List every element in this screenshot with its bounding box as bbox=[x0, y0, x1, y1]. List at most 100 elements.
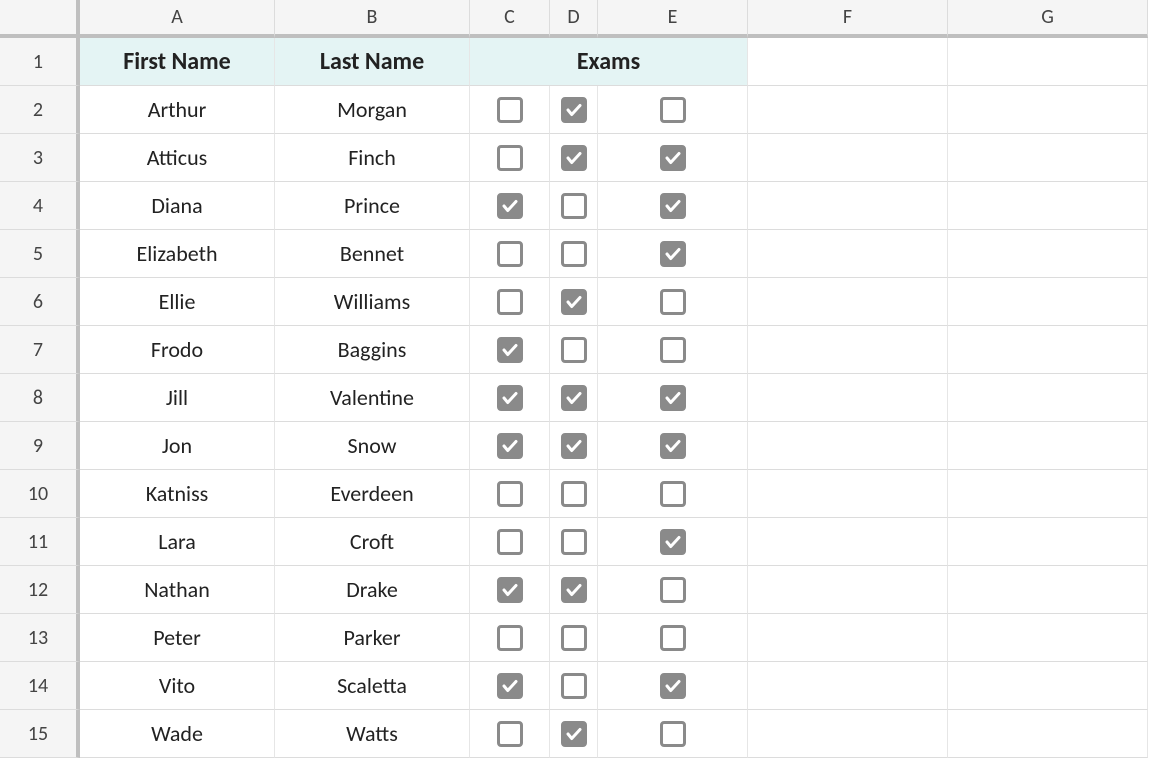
checkbox-D3[interactable] bbox=[561, 145, 587, 171]
row-header-1[interactable]: 1 bbox=[0, 38, 80, 86]
cell-D8[interactable] bbox=[550, 374, 598, 422]
cell-C3[interactable] bbox=[470, 134, 550, 182]
cell-D10[interactable] bbox=[550, 470, 598, 518]
cell-C4[interactable] bbox=[470, 182, 550, 230]
checkbox-C4[interactable] bbox=[497, 193, 523, 219]
cell-A3[interactable]: Atticus bbox=[80, 134, 275, 182]
cell-D3[interactable] bbox=[550, 134, 598, 182]
row-header-11[interactable]: 11 bbox=[0, 518, 80, 566]
cell-G14[interactable] bbox=[948, 662, 1148, 710]
cell-G12[interactable] bbox=[948, 566, 1148, 614]
row-header-15[interactable]: 15 bbox=[0, 710, 80, 758]
cell-B10[interactable]: Everdeen bbox=[275, 470, 470, 518]
cell-G8[interactable] bbox=[948, 374, 1148, 422]
checkbox-E5[interactable] bbox=[660, 241, 686, 267]
col-header-D[interactable]: D bbox=[550, 0, 598, 38]
checkbox-E2[interactable] bbox=[660, 97, 686, 123]
cell-G2[interactable] bbox=[948, 86, 1148, 134]
cell-C2[interactable] bbox=[470, 86, 550, 134]
cell-F13[interactable] bbox=[748, 614, 948, 662]
cell-C13[interactable] bbox=[470, 614, 550, 662]
cell-D14[interactable] bbox=[550, 662, 598, 710]
cell-F15[interactable] bbox=[748, 710, 948, 758]
cell-C14[interactable] bbox=[470, 662, 550, 710]
checkbox-E6[interactable] bbox=[660, 289, 686, 315]
cell-E13[interactable] bbox=[598, 614, 748, 662]
cell-C15[interactable] bbox=[470, 710, 550, 758]
cell-D4[interactable] bbox=[550, 182, 598, 230]
checkbox-E12[interactable] bbox=[660, 577, 686, 603]
checkbox-C7[interactable] bbox=[497, 337, 523, 363]
checkbox-D7[interactable] bbox=[561, 337, 587, 363]
cell-F10[interactable] bbox=[748, 470, 948, 518]
cell-B4[interactable]: Prince bbox=[275, 182, 470, 230]
cell-B9[interactable]: Snow bbox=[275, 422, 470, 470]
cell-A7[interactable]: Frodo bbox=[80, 326, 275, 374]
checkbox-D14[interactable] bbox=[561, 673, 587, 699]
row-header-6[interactable]: 6 bbox=[0, 278, 80, 326]
cell-A9[interactable]: Jon bbox=[80, 422, 275, 470]
cell-F12[interactable] bbox=[748, 566, 948, 614]
checkbox-C2[interactable] bbox=[497, 97, 523, 123]
checkbox-C6[interactable] bbox=[497, 289, 523, 315]
cell-E12[interactable] bbox=[598, 566, 748, 614]
checkbox-D8[interactable] bbox=[561, 385, 587, 411]
cell-A10[interactable]: Katniss bbox=[80, 470, 275, 518]
col-header-A[interactable]: A bbox=[80, 0, 275, 38]
cell-G11[interactable] bbox=[948, 518, 1148, 566]
cell-D2[interactable] bbox=[550, 86, 598, 134]
cell-C9[interactable] bbox=[470, 422, 550, 470]
cell-B7[interactable]: Baggins bbox=[275, 326, 470, 374]
cell-A4[interactable]: Diana bbox=[80, 182, 275, 230]
checkbox-C3[interactable] bbox=[497, 145, 523, 171]
cell-G13[interactable] bbox=[948, 614, 1148, 662]
row-header-7[interactable]: 7 bbox=[0, 326, 80, 374]
cell-E10[interactable] bbox=[598, 470, 748, 518]
cell-F3[interactable] bbox=[748, 134, 948, 182]
cell-A2[interactable]: Arthur bbox=[80, 86, 275, 134]
cell-F11[interactable] bbox=[748, 518, 948, 566]
cell-C8[interactable] bbox=[470, 374, 550, 422]
cell-F8[interactable] bbox=[748, 374, 948, 422]
cell-C12[interactable] bbox=[470, 566, 550, 614]
checkbox-D9[interactable] bbox=[561, 433, 587, 459]
row-header-8[interactable]: 8 bbox=[0, 374, 80, 422]
cell-G10[interactable] bbox=[948, 470, 1148, 518]
checkbox-D15[interactable] bbox=[561, 721, 587, 747]
cell-A11[interactable]: Lara bbox=[80, 518, 275, 566]
checkbox-E7[interactable] bbox=[660, 337, 686, 363]
cell-F5[interactable] bbox=[748, 230, 948, 278]
checkbox-C14[interactable] bbox=[497, 673, 523, 699]
select-all-corner[interactable] bbox=[0, 0, 80, 38]
cell-E5[interactable] bbox=[598, 230, 748, 278]
checkbox-D11[interactable] bbox=[561, 529, 587, 555]
cell-B3[interactable]: Finch bbox=[275, 134, 470, 182]
cell-A5[interactable]: Elizabeth bbox=[80, 230, 275, 278]
cell-E11[interactable] bbox=[598, 518, 748, 566]
cell-D5[interactable] bbox=[550, 230, 598, 278]
checkbox-E4[interactable] bbox=[660, 193, 686, 219]
cell-G9[interactable] bbox=[948, 422, 1148, 470]
checkbox-E13[interactable] bbox=[660, 625, 686, 651]
col-header-F[interactable]: F bbox=[748, 0, 948, 38]
cell-E2[interactable] bbox=[598, 86, 748, 134]
checkbox-C11[interactable] bbox=[497, 529, 523, 555]
checkbox-D12[interactable] bbox=[561, 577, 587, 603]
cell-A8[interactable]: Jill bbox=[80, 374, 275, 422]
checkbox-C8[interactable] bbox=[497, 385, 523, 411]
cell-A13[interactable]: Peter bbox=[80, 614, 275, 662]
row-header-5[interactable]: 5 bbox=[0, 230, 80, 278]
cell-B11[interactable]: Croft bbox=[275, 518, 470, 566]
cell-B14[interactable]: Scaletta bbox=[275, 662, 470, 710]
checkbox-C15[interactable] bbox=[497, 721, 523, 747]
cell-G4[interactable] bbox=[948, 182, 1148, 230]
cell-E15[interactable] bbox=[598, 710, 748, 758]
cell-D7[interactable] bbox=[550, 326, 598, 374]
checkbox-D10[interactable] bbox=[561, 481, 587, 507]
row-header-3[interactable]: 3 bbox=[0, 134, 80, 182]
cell-D13[interactable] bbox=[550, 614, 598, 662]
checkbox-E8[interactable] bbox=[660, 385, 686, 411]
cell-F6[interactable] bbox=[748, 278, 948, 326]
row-header-12[interactable]: 12 bbox=[0, 566, 80, 614]
cell-D9[interactable] bbox=[550, 422, 598, 470]
